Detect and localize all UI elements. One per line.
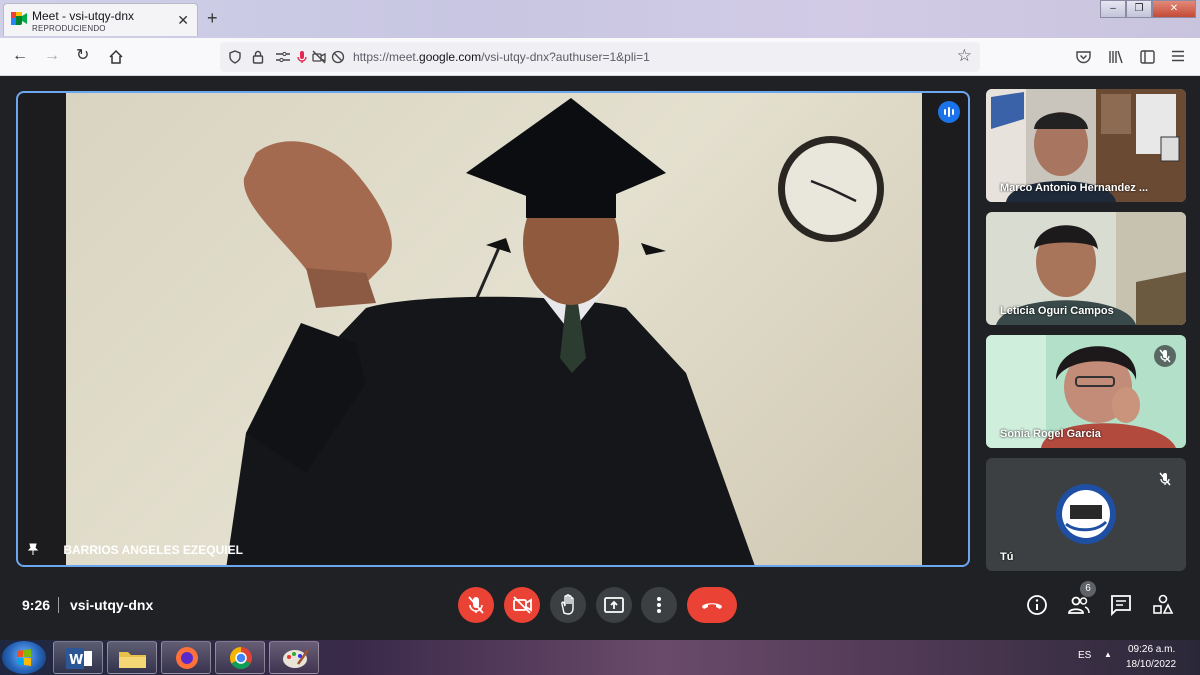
taskbar-word[interactable]: W (53, 641, 103, 674)
close-window-button[interactable]: ✕ (1152, 0, 1196, 18)
present-screen-button[interactable] (596, 587, 632, 623)
new-tab-button[interactable]: + (207, 8, 218, 29)
url-bar[interactable]: https://meet.google.com/vsi-utqy-dnx?aut… (220, 42, 980, 72)
speaking-indicator-icon (938, 101, 960, 123)
microphone-active-icon[interactable] (297, 50, 307, 64)
people-count-badge: 6 (1080, 581, 1096, 597)
firefox-icon (176, 647, 198, 669)
bookmark-star-icon[interactable]: ☆ (957, 46, 972, 66)
tray-expand-icon[interactable]: ▲ (1104, 650, 1112, 659)
leave-call-button[interactable] (687, 587, 737, 623)
start-button[interactable] (2, 641, 46, 674)
window-controls: – ❐ ✕ (1100, 0, 1196, 18)
meeting-code: vsi-utqy-dnx (70, 597, 154, 613)
forward-icon[interactable]: → (44, 46, 60, 66)
language-indicator[interactable]: ES (1078, 650, 1091, 661)
mic-muted-icon (1154, 468, 1176, 490)
windows-taskbar: W ES ▲ 09:26 a.m. 18/10/2022 (0, 640, 1200, 675)
minimize-button[interactable]: – (1100, 0, 1126, 18)
activities-icon[interactable] (1151, 593, 1175, 617)
hang-up-icon (702, 603, 722, 609)
autoplay-blocked-icon[interactable] (331, 50, 345, 64)
self-view-tile[interactable]: Tú (986, 458, 1186, 571)
shield-icon[interactable] (228, 50, 242, 64)
paint-icon (283, 649, 310, 668)
graduate-video-image (226, 98, 884, 565)
pocket-icon[interactable] (1076, 50, 1091, 64)
taskbar-paint[interactable] (269, 641, 319, 674)
sidebar-icon[interactable] (1140, 50, 1155, 64)
library-icon[interactable] (1108, 50, 1124, 64)
taskbar-clock-time[interactable]: 09:26 a.m. (1128, 644, 1175, 655)
hand-icon (561, 594, 574, 615)
chat-icon[interactable] (1109, 593, 1133, 617)
taskbar-firefox[interactable] (161, 641, 211, 674)
camera-toggle-button[interactable] (504, 587, 540, 623)
divider (58, 597, 59, 613)
browser-navbar: ← → ↻ https://meet.google.com/vsi-utqy-d… (0, 38, 1200, 76)
main-video-tile[interactable]: BARRIOS ANGELES EZEQUIEL (16, 91, 970, 567)
mic-toggle-button[interactable] (458, 587, 494, 623)
participant-name: Leticia Oguri Campos (1000, 305, 1114, 317)
tab-audio-status: REPRODUCIENDO (32, 24, 106, 33)
url-text[interactable]: https://meet.google.com/vsi-utqy-dnx?aut… (353, 50, 650, 64)
url-path: /vsi-utqy-dnx?authuser=1&pli=1 (481, 50, 650, 64)
windows-logo-icon (17, 649, 31, 666)
browser-titlebar: Meet - vsi-utqy-dnx REPRODUCIENDO ✕ + – … (0, 0, 1200, 38)
svg-text:W: W (69, 653, 83, 668)
url-domain: google.com (419, 50, 482, 64)
participant-tile[interactable]: Leticia Oguri Campos (986, 212, 1186, 325)
lock-icon[interactable] (252, 50, 264, 64)
pin-icon[interactable] (28, 543, 38, 555)
taskbar-chrome[interactable] (215, 641, 265, 674)
camera-off-icon (513, 596, 532, 614)
menu-icon[interactable] (1171, 50, 1185, 62)
present-icon (604, 597, 624, 613)
camera-blocked-icon[interactable] (312, 50, 326, 64)
meet-controls-bar: 9:26 vsi-utqy-dnx 6 (0, 577, 1200, 637)
main-video-feed (66, 93, 922, 565)
participant-name: Marco Antonio Hernandez ... (1000, 182, 1149, 194)
more-options-button[interactable] (641, 587, 677, 623)
chrome-icon (230, 647, 252, 669)
taskbar-explorer[interactable] (107, 641, 157, 674)
taskbar-clock-date[interactable]: 18/10/2022 (1126, 659, 1176, 670)
tab-close-icon[interactable]: ✕ (177, 12, 189, 29)
url-prefix: https://meet. (353, 50, 420, 64)
participant-name: Sonia Rogel Garcia (1000, 428, 1101, 440)
permissions-icon[interactable] (275, 51, 291, 63)
restore-button[interactable]: ❐ (1126, 0, 1152, 18)
browser-tab[interactable]: Meet - vsi-utqy-dnx REPRODUCIENDO ✕ (3, 3, 198, 36)
mic-off-icon (468, 596, 484, 614)
main-speaker-name: BARRIOS ANGELES EZEQUIEL (63, 543, 243, 557)
word-app-icon: W (66, 648, 92, 669)
participant-tile[interactable]: Marco Antonio Hernandez ... (986, 89, 1186, 202)
folder-icon (119, 652, 146, 668)
back-icon[interactable]: ← (12, 46, 28, 66)
meet-favicon-icon (11, 12, 27, 25)
mic-muted-icon (1154, 345, 1176, 367)
raise-hand-button[interactable] (550, 587, 586, 623)
participant-tile[interactable]: Sonia Rogel Garcia (986, 335, 1186, 448)
home-icon[interactable] (108, 49, 124, 65)
meet-stage: BARRIOS ANGELES EZEQUIEL Marco Antonio H… (0, 77, 1200, 640)
tab-title: Meet - vsi-utqy-dnx (32, 9, 135, 23)
main-speaker-label: BARRIOS ANGELES EZEQUIEL (28, 543, 243, 557)
self-name: Tú (1000, 551, 1014, 563)
meeting-time: 9:26 (22, 597, 51, 613)
more-vert-icon (657, 597, 661, 613)
reload-icon[interactable]: ↻ (76, 46, 89, 66)
meeting-info-icon[interactable] (1025, 593, 1049, 617)
screen: Meet - vsi-utqy-dnx REPRODUCIENDO ✕ + – … (0, 0, 1200, 675)
